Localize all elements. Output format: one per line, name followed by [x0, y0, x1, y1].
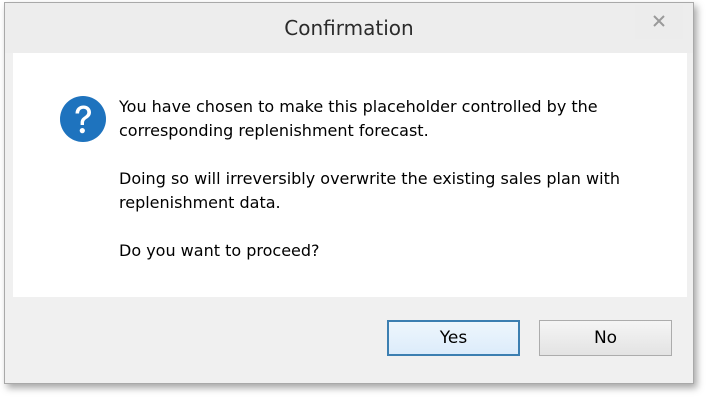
yes-button[interactable]: Yes — [387, 320, 520, 356]
confirmation-dialog: Confirmation You have chosen to make thi… — [4, 2, 694, 384]
dialog-title: Confirmation — [284, 16, 414, 40]
title-bar[interactable]: Confirmation — [5, 3, 693, 53]
message-line-2: Doing so will irreversibly overwrite the… — [119, 169, 620, 212]
dialog-content: You have chosen to make this placeholder… — [13, 53, 687, 297]
question-icon — [59, 95, 107, 143]
close-icon — [652, 13, 666, 32]
message-text: You have chosen to make this placeholder… — [119, 95, 679, 287]
close-button[interactable] — [635, 5, 683, 39]
no-button[interactable]: No — [539, 320, 672, 356]
message-line-1: You have chosen to make this placeholder… — [119, 97, 598, 140]
button-area: Yes No — [5, 297, 693, 385]
message-line-3: Do you want to proceed? — [119, 241, 320, 260]
